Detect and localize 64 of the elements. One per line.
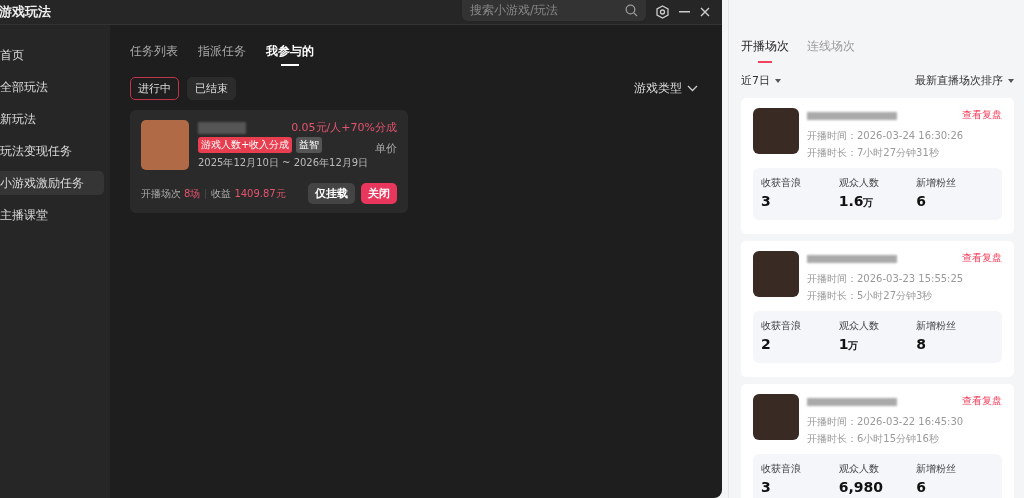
sort-dropdown[interactable]: 最新直播场次排序 <box>915 73 1014 88</box>
sidebar-item[interactable]: 首页 <box>0 43 104 67</box>
view-review-link[interactable]: 查看复盘 <box>962 394 1002 408</box>
game-thumbnail <box>141 120 189 170</box>
start-time: 开播时间：2026-03-22 16:45:30 <box>807 415 965 429</box>
search-icon[interactable] <box>625 4 638 17</box>
metric-value: 6,980 <box>838 479 884 495</box>
duration: 开播时长：5小时27分钟3秒 <box>807 289 934 303</box>
metric-value: 1.6万 <box>838 193 875 210</box>
sidebar-item[interactable]: 全部玩法 <box>0 75 104 99</box>
tag: 游戏人数+收入分成 <box>198 137 293 153</box>
income-label: 收益 <box>211 186 232 201</box>
duration: 开播时长：6小时15分钟16秒 <box>807 432 940 446</box>
minimize-icon[interactable] <box>679 11 690 13</box>
sidebar-item[interactable]: 小游戏激励任务 <box>0 171 104 195</box>
metric-label: 观众人数 <box>838 176 880 190</box>
close-icon[interactable] <box>700 7 710 17</box>
avatar <box>753 108 799 154</box>
price: 0.05元/人+70%分成 <box>291 120 397 135</box>
metric-label: 新增粉丝 <box>916 176 958 190</box>
mount-only-button[interactable]: 仅挂载 <box>308 183 355 204</box>
income-amount: 1409.87元 <box>234 186 286 201</box>
price-label: 单价 <box>375 141 397 156</box>
sidebar-item[interactable]: 新玩法 <box>0 107 104 131</box>
metric-value: 6 <box>916 193 928 209</box>
view-review-link[interactable]: 查看复盘 <box>962 251 1002 265</box>
start-time: 开播时间：2026-03-24 16:30:26 <box>807 129 965 143</box>
metric-label: 观众人数 <box>838 462 880 476</box>
date-range: 2025年12月10日 ~ 2026年12月9日 <box>198 156 370 170</box>
tag: 益智 <box>296 137 323 153</box>
metric-value: 3 <box>761 193 772 209</box>
filter-chip[interactable]: 进行中 <box>130 77 179 100</box>
sessions-label: 开播场次 <box>141 186 181 201</box>
chevron-down-icon[interactable] <box>687 85 698 92</box>
tab[interactable]: 任务列表 <box>130 43 178 66</box>
metric-label: 收获音浪 <box>761 319 802 333</box>
duration: 开播时长：7小时27分钟31秒 <box>807 146 940 160</box>
filter-chip[interactable]: 已结束 <box>187 77 236 100</box>
period-dropdown[interactable]: 近7日 <box>741 73 781 88</box>
tab[interactable]: 开播场次 <box>741 38 789 63</box>
tab[interactable]: 我参与的 <box>266 43 314 66</box>
metric-value: 8 <box>916 336 928 352</box>
metric-label: 收获音浪 <box>761 176 802 190</box>
blurred-title <box>198 122 246 134</box>
metric-label: 新增粉丝 <box>916 319 958 333</box>
metric-label: 观众人数 <box>838 319 880 333</box>
metric-value: 2 <box>761 336 772 352</box>
start-time: 开播时间：2026-03-23 15:55:25 <box>807 272 965 286</box>
metric-label: 收获音浪 <box>761 462 802 476</box>
tab[interactable]: 指派任务 <box>198 43 246 66</box>
settings-icon[interactable] <box>656 5 669 19</box>
avatar <box>753 394 799 440</box>
sidebar-item[interactable]: 主播课堂 <box>0 203 104 227</box>
metric-value: 3 <box>761 479 772 495</box>
sidebar-item[interactable]: 玩法变现任务 <box>0 139 104 163</box>
metric-label: 新增粉丝 <box>916 462 958 476</box>
view-review-link[interactable]: 查看复盘 <box>962 108 1002 122</box>
game-type-dropdown[interactable]: 游戏类型 <box>634 80 682 97</box>
metric-value: 1万 <box>838 336 860 353</box>
sessions-count: 8场 <box>184 186 201 201</box>
search-field[interactable]: 搜索小游戏/玩法 <box>462 0 646 21</box>
avatar <box>753 251 799 297</box>
close-task-button[interactable]: 关闭 <box>361 183 397 204</box>
metric-value: 6 <box>916 479 928 495</box>
